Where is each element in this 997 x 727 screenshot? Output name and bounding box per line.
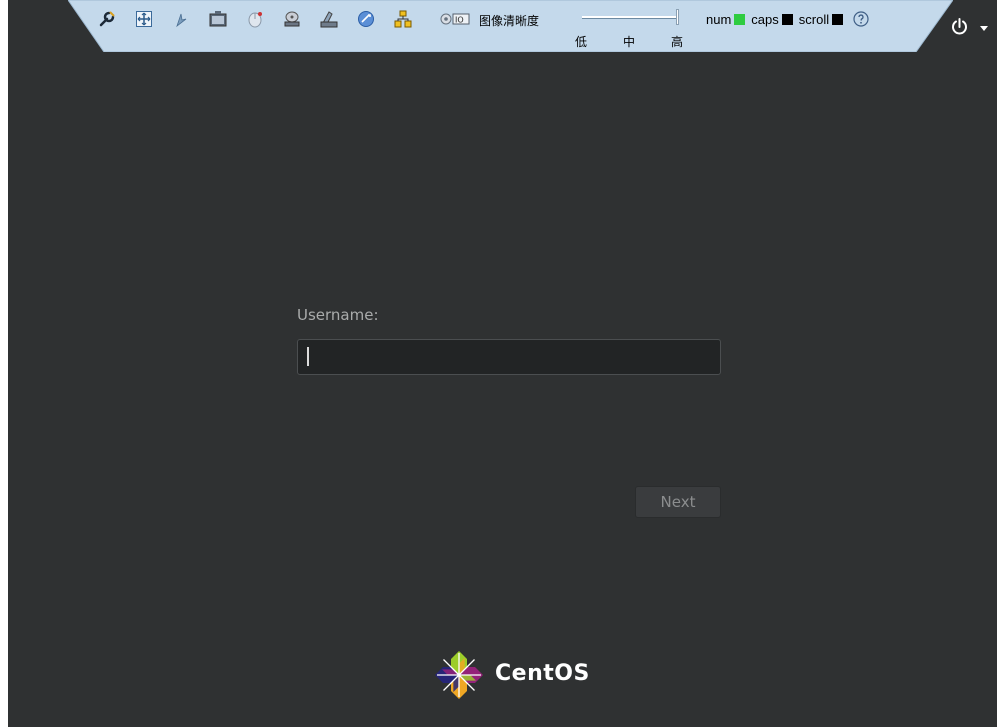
power-icon xyxy=(952,18,967,35)
clarity-slider-thumb[interactable] xyxy=(676,9,679,25)
macro-icon[interactable] xyxy=(357,10,375,28)
clarity-slider[interactable] xyxy=(582,16,678,19)
scroll-lock-indicator xyxy=(832,13,844,25)
power-menu[interactable] xyxy=(950,17,994,37)
username-input[interactable] xyxy=(297,339,721,375)
clarity-low-label: 低 xyxy=(575,35,588,49)
chevron-down-icon xyxy=(980,26,988,31)
next-button[interactable]: Next xyxy=(635,486,721,518)
image-clarity-label: 图像清晰度 xyxy=(479,14,540,28)
keyboard-indicators: num caps scroll xyxy=(706,10,869,28)
network-icon[interactable] xyxy=(394,10,412,28)
virtual-drive-icon[interactable] xyxy=(283,10,301,28)
keyboard-icon[interactable] xyxy=(320,10,338,28)
clarity-high-label: 高 xyxy=(671,35,684,49)
display-settings-icon[interactable]: IO xyxy=(440,10,472,28)
help-icon[interactable] xyxy=(853,11,869,27)
centos-emblem-icon xyxy=(435,651,483,699)
username-label: Username: xyxy=(297,306,379,324)
svg-text:IO: IO xyxy=(455,16,464,25)
num-lock-label: num xyxy=(706,11,732,27)
screenshot-icon[interactable] xyxy=(209,10,227,28)
mouse-icon[interactable] xyxy=(246,10,264,28)
text-cursor xyxy=(307,347,309,366)
caps-lock-label: caps xyxy=(751,11,779,27)
move-icon[interactable] xyxy=(135,10,153,28)
centos-logo: CentOS xyxy=(431,649,591,701)
kvm-toolbar: IO 图像清晰度 低 中 高 num caps scroll xyxy=(68,0,953,52)
num-lock-indicator xyxy=(734,13,746,25)
tools-icon[interactable] xyxy=(98,10,116,28)
mouse-pointer-icon[interactable] xyxy=(172,10,190,28)
clarity-mid-label: 中 xyxy=(623,35,636,49)
centos-wordmark: CentOS xyxy=(495,661,590,686)
scroll-lock-label: scroll xyxy=(798,11,830,27)
caps-lock-indicator xyxy=(781,13,793,25)
screen: IO 图像清晰度 低 中 高 num caps scroll Username:… xyxy=(0,0,997,727)
